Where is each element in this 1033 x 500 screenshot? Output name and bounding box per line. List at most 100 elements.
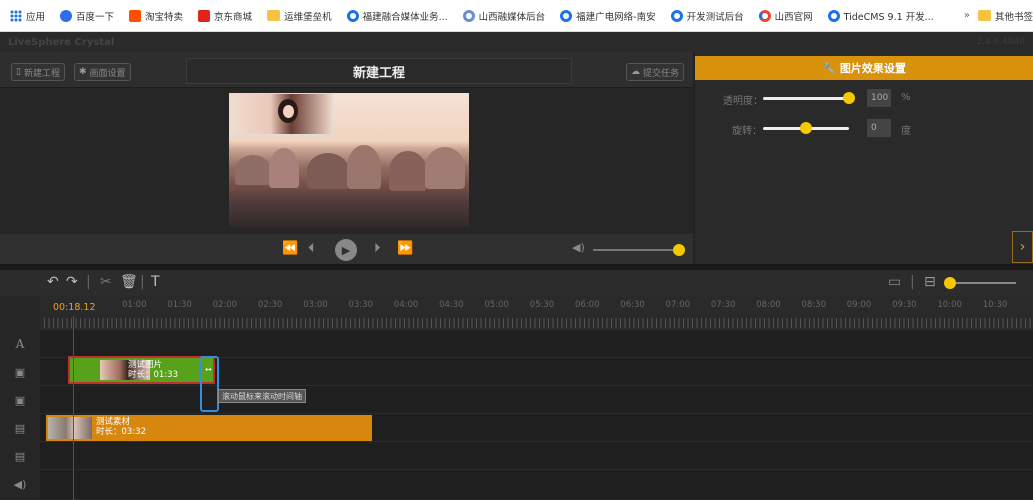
tick-label: 10:00 xyxy=(937,300,962,310)
image-clip-name: 测试图片 xyxy=(128,360,163,370)
cloud-upload-icon: ☁ xyxy=(631,67,640,77)
step-back-icon[interactable]: ⏴ xyxy=(308,241,315,256)
trash-icon[interactable]: 🗑 xyxy=(120,274,138,290)
video-clip-duration: 时长：03:32 xyxy=(96,427,146,437)
image-clip-duration: 时长：01:33 xyxy=(128,370,178,380)
tick-label: 03:30 xyxy=(348,300,374,310)
jd-icon xyxy=(198,9,211,22)
track-image-2[interactable]: ▣ xyxy=(0,386,1033,414)
bookmark-dev-test[interactable]: 开发测试后台 xyxy=(670,9,744,23)
tick-label: 06:00 xyxy=(575,300,600,310)
video-clip-name: 测试素材 xyxy=(96,417,131,427)
folder-icon xyxy=(267,10,281,21)
file-icon: ▯ xyxy=(16,67,21,77)
timeline-tooltip: 滚动鼠标来滚动时间轴 xyxy=(218,389,306,403)
redo-icon[interactable]: ↷ xyxy=(66,274,78,290)
track-video-2[interactable]: ▤ xyxy=(0,442,1033,470)
tick-label: 08:30 xyxy=(801,300,827,310)
volume-slider-handle[interactable] xyxy=(673,244,685,256)
image-clip[interactable]: 测试图片 时长：01:33 xyxy=(68,356,215,384)
video-clip-thumbnail xyxy=(48,417,92,439)
globe-icon xyxy=(462,9,475,22)
taobao-icon xyxy=(129,9,142,22)
opacity-slider[interactable] xyxy=(763,97,849,100)
bookmark-fujian-nanan[interactable]: 福建广电网络-南安 xyxy=(560,9,656,23)
landscape-shape xyxy=(269,148,299,188)
track-text[interactable]: A xyxy=(0,330,1033,358)
toolbar-separator: | xyxy=(140,274,145,290)
tick-label: 09:00 xyxy=(846,300,872,310)
playhead[interactable] xyxy=(73,316,74,500)
zoom-slider-handle[interactable] xyxy=(944,277,956,289)
tick-label: 05:00 xyxy=(484,300,509,310)
tick-label: 05:30 xyxy=(529,300,555,310)
bookmark-fujian-media[interactable]: 福建融合媒体业务... xyxy=(346,9,448,23)
film-icon: ▤ xyxy=(0,442,40,470)
play-button[interactable]: ▶ xyxy=(335,239,357,261)
rewind-icon[interactable]: ⏪ xyxy=(282,241,298,256)
video-preview[interactable] xyxy=(229,93,469,227)
timeline-ruler[interactable]: 00:18.12 01:00 01:30 02:00 02:30 03:00 03:30 0… xyxy=(0,296,1033,330)
text-track-icon: A xyxy=(0,330,40,358)
opacity-value-input[interactable]: 100 xyxy=(867,89,891,107)
opacity-slider-handle[interactable] xyxy=(843,92,855,104)
monitor-icon[interactable]: ▭ xyxy=(888,274,901,290)
ruler-gutter xyxy=(0,296,40,330)
rotate-unit: 度 xyxy=(901,126,911,137)
landscape-shape xyxy=(347,145,381,189)
bookmark-bastion[interactable]: 运维堡垒机 xyxy=(267,9,332,23)
play-icon: ▶ xyxy=(341,243,351,257)
submit-task-button[interactable]: ☁ 提交任务 xyxy=(626,63,685,81)
track-audio[interactable]: ◀) xyxy=(0,470,1033,500)
video-clip[interactable]: 测试素材 时长：03:32 xyxy=(46,415,372,441)
collapse-panel-button[interactable]: › xyxy=(1012,231,1033,263)
bookmark-tidecms[interactable]: TideCMS 9.1 开发... xyxy=(827,9,934,23)
text-icon[interactable]: T xyxy=(151,274,160,290)
chevron-right-icon: › xyxy=(1019,239,1026,255)
volume-icon[interactable]: ◀) xyxy=(572,241,585,254)
toolbar-separator: | xyxy=(910,274,915,290)
tick-label: 01:00 xyxy=(122,300,147,310)
ruler-ticks xyxy=(44,318,1033,328)
scissors-icon[interactable]: ✂ xyxy=(100,274,112,290)
landscape-shape xyxy=(307,153,349,189)
new-project-button[interactable]: ▯ 新建工程 xyxy=(11,63,65,81)
rotate-value-input[interactable]: 0 xyxy=(867,119,891,137)
bookmark-other[interactable]: 其他书签 xyxy=(977,9,1033,23)
image-icon: ▣ xyxy=(0,386,40,414)
bookmark-jd[interactable]: 京东商城 xyxy=(198,9,252,23)
overlay-image[interactable] xyxy=(229,93,333,135)
tick-label: 06:30 xyxy=(620,300,645,310)
timeline-toolbar: ↶ ↷ | ✂ 🗑 | T ▭ | ⊟ xyxy=(0,270,1033,296)
fast-forward-icon[interactable]: ⏩ xyxy=(397,241,413,256)
app-version: 2.4.6.4840 xyxy=(976,37,1025,47)
bookmark-taobao[interactable]: 淘宝特卖 xyxy=(129,9,183,23)
globe-icon xyxy=(827,9,840,22)
bookmark-baidu[interactable]: 百度一下 xyxy=(60,9,114,23)
bookmark-shanxi-site[interactable]: 山西官网 xyxy=(758,9,813,23)
tick-label: 08:00 xyxy=(756,300,781,310)
tick-label: 02:00 xyxy=(212,300,238,310)
speaker-icon: ◀) xyxy=(0,470,40,498)
rotate-label: 旋转： xyxy=(732,126,762,137)
image-icon: ▣ xyxy=(0,358,40,386)
screen-settings-button[interactable]: ✱ 画面设置 xyxy=(74,63,131,81)
rotate-slider-handle[interactable] xyxy=(800,122,812,134)
wrench-icon: 🔧 xyxy=(822,61,836,75)
bookmarks-more[interactable]: » xyxy=(964,10,970,21)
volume-slider[interactable] xyxy=(593,249,681,251)
toolbar-separator: | xyxy=(86,274,91,290)
bookmark-apps[interactable]: 应用 xyxy=(10,9,45,23)
tick-label: 04:30 xyxy=(439,300,464,310)
bookmark-shanxi-backend[interactable]: 山西融媒体后台 xyxy=(462,9,545,23)
zoom-slider[interactable] xyxy=(956,282,1016,284)
tick-label: 04:00 xyxy=(393,300,419,310)
zoom-out-icon[interactable]: ⊟ xyxy=(924,274,936,290)
step-forward-icon[interactable]: ⏵ xyxy=(374,241,381,256)
undo-icon[interactable]: ↶ xyxy=(47,274,59,290)
effects-panel-header: 🔧 图片效果设置 xyxy=(695,56,1033,80)
tick-label: 10:30 xyxy=(982,300,1008,310)
baidu-icon xyxy=(60,9,73,22)
gear-icon: ✱ xyxy=(79,67,87,77)
apps-grid-icon xyxy=(10,9,22,22)
